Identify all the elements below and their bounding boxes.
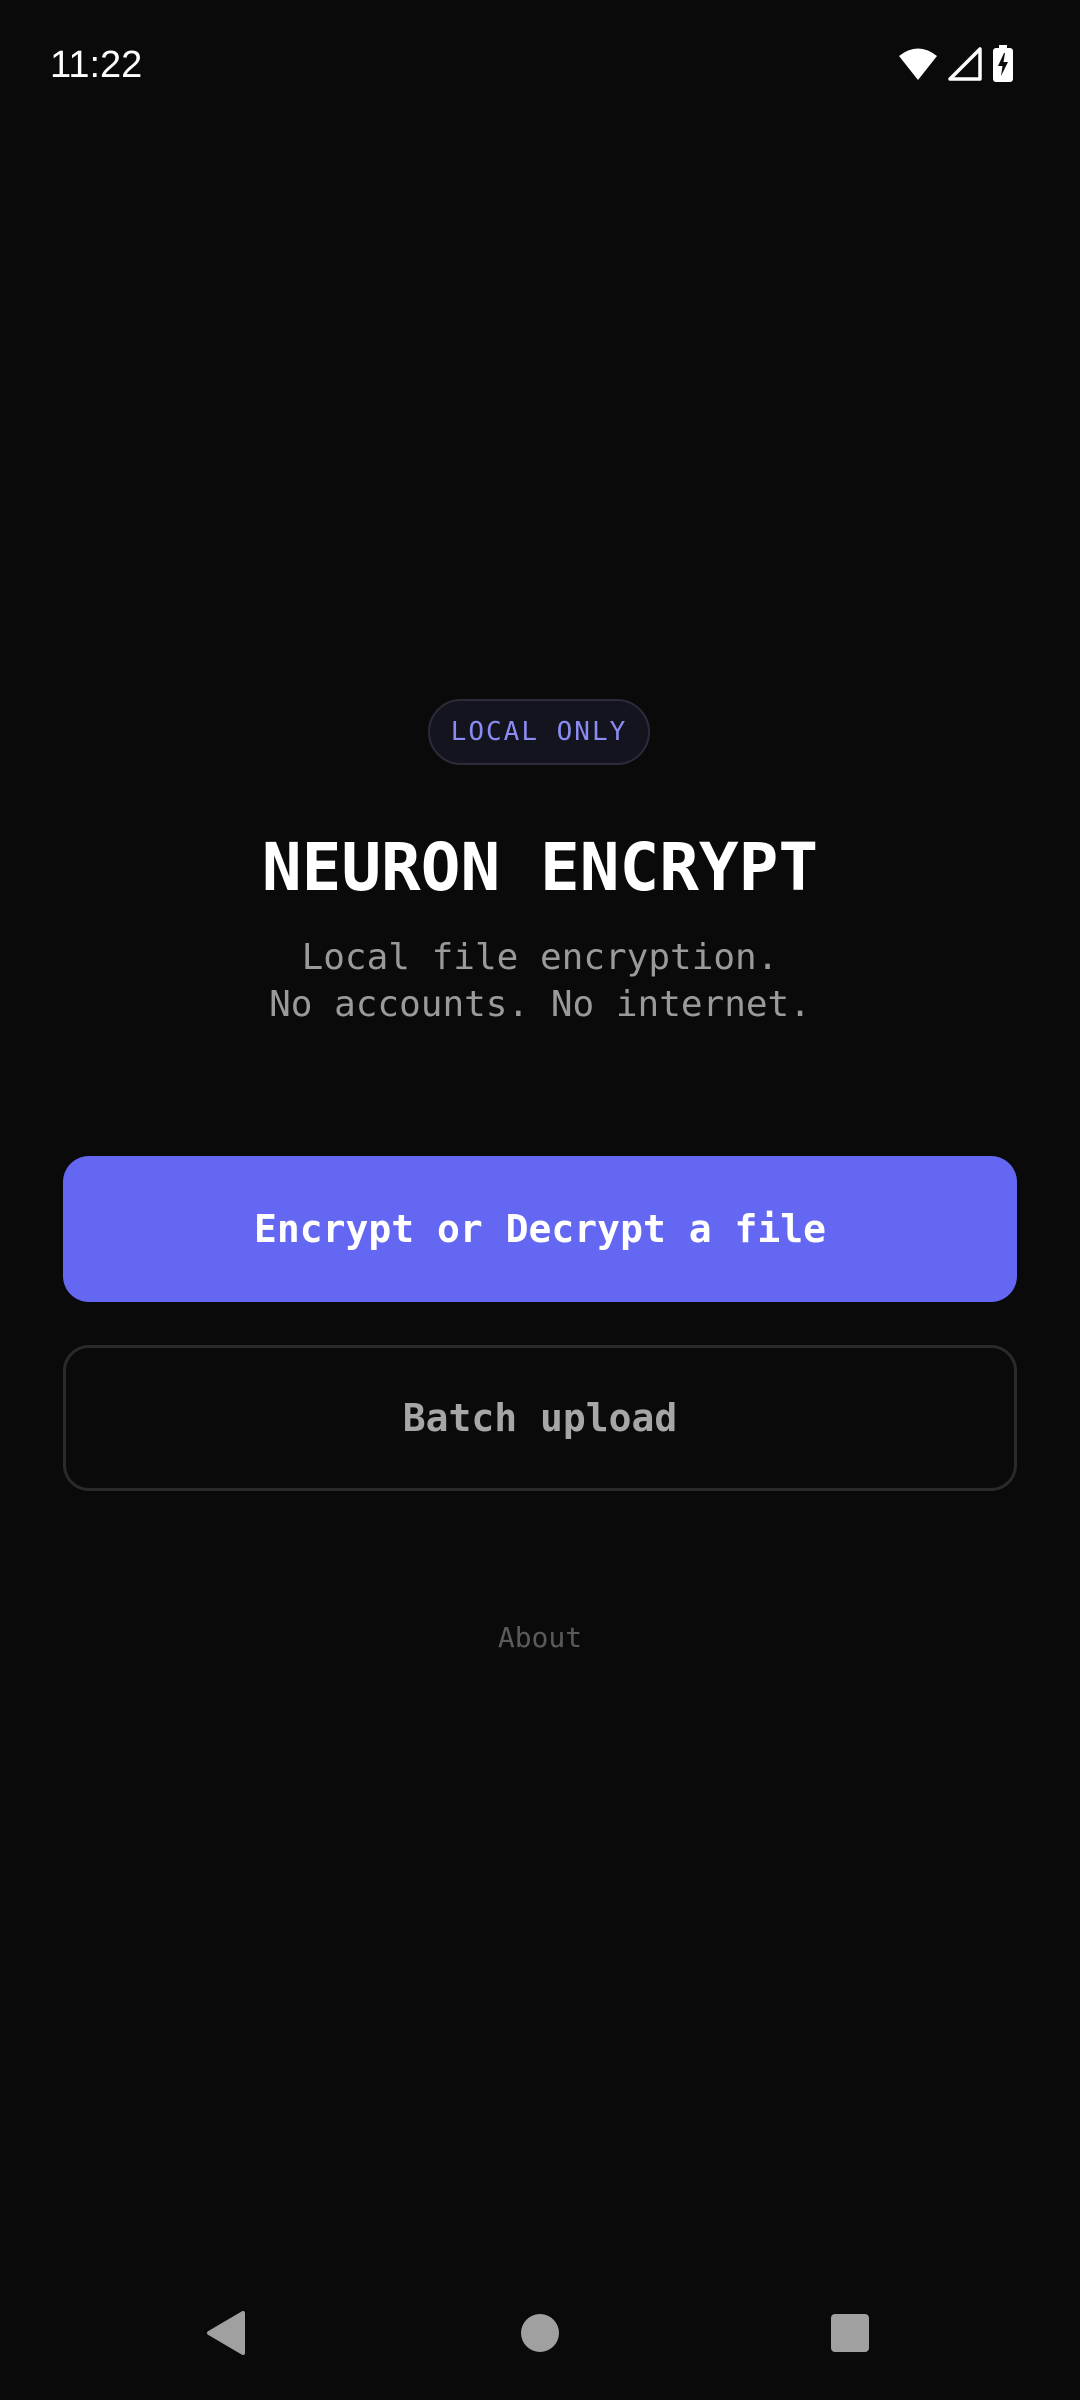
subtitle-line-1: Local file encryption. (301, 937, 779, 978)
back-icon (205, 2310, 247, 2360)
encrypt-decrypt-button[interactable]: Encrypt or Decrypt a file (63, 1156, 1017, 1302)
home-icon (520, 2313, 560, 2357)
encrypt-decrypt-button-label: Encrypt or Decrypt a file (254, 1207, 826, 1251)
status-icons (898, 44, 1014, 84)
navigation-bar (0, 2280, 1080, 2390)
recents-button[interactable] (810, 2300, 890, 2370)
status-time: 11:22 (50, 44, 143, 86)
batch-upload-button-label: Batch upload (402, 1396, 678, 1440)
recents-icon (830, 2313, 870, 2357)
local-only-badge: LOCAL ONLY (428, 699, 650, 765)
battery-charging-icon (992, 45, 1014, 83)
app-title: NEURON ENCRYPT (261, 829, 819, 906)
batch-upload-button[interactable]: Batch upload (63, 1345, 1017, 1491)
cellular-signal-icon (948, 47, 982, 81)
wifi-icon (898, 47, 938, 81)
back-button[interactable] (186, 2300, 266, 2370)
home-button[interactable] (500, 2300, 580, 2370)
about-link[interactable]: About (0, 1618, 1080, 1658)
status-bar: 11:22 (0, 0, 1080, 130)
subtitle-line-2: No accounts. No internet. (269, 984, 811, 1025)
